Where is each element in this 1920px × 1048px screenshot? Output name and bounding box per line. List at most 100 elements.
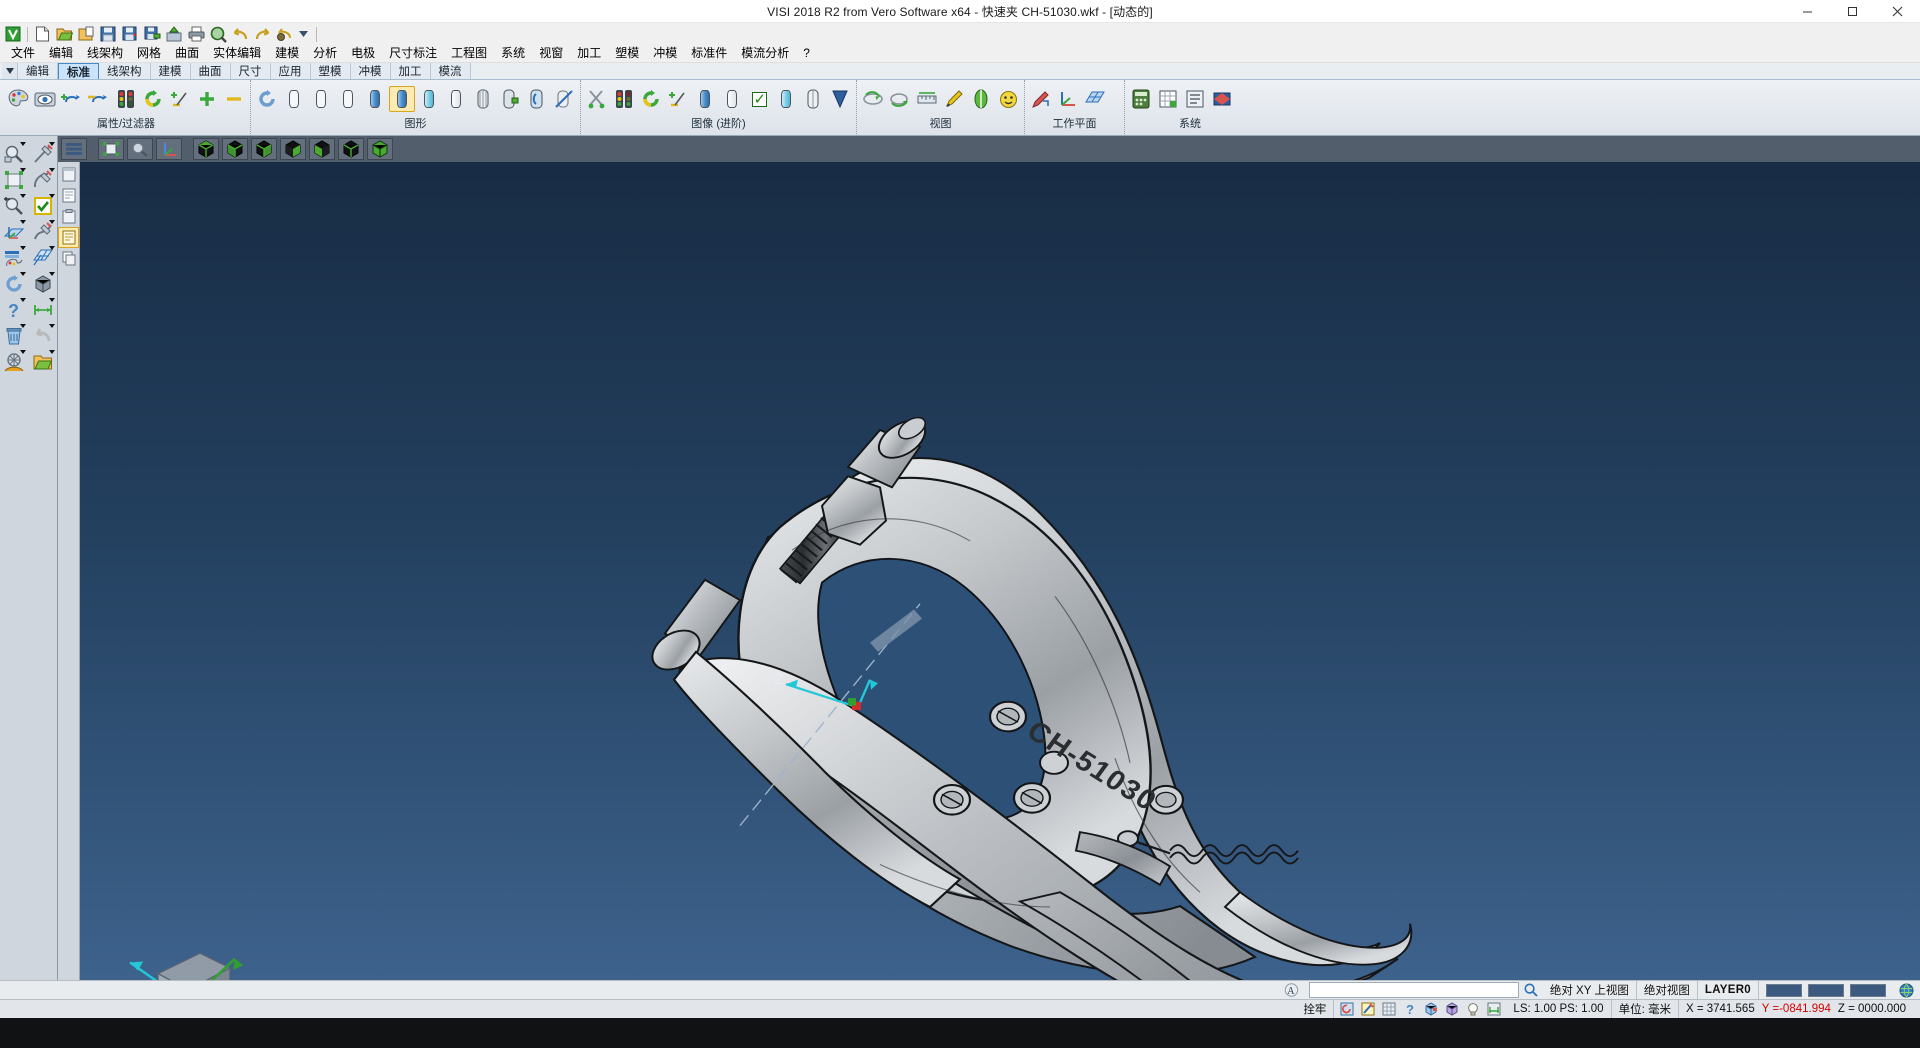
fit-screen-icon[interactable] <box>98 138 124 160</box>
vs-notes-icon[interactable] <box>59 228 78 247</box>
vs-copy-icon[interactable] <box>59 249 78 268</box>
draw-arc-icon[interactable] <box>29 167 56 192</box>
draw-line-icon[interactable] <box>29 141 56 166</box>
view-shaded-icon[interactable] <box>367 138 393 160</box>
view-top-icon[interactable] <box>251 138 277 160</box>
view-right-icon[interactable] <box>280 138 306 160</box>
menu-item-7[interactable]: 分析 <box>306 45 344 62</box>
ribbon-tab-10[interactable]: 模流 <box>431 63 471 79</box>
dyn-zoom-icon[interactable] <box>887 86 913 112</box>
vs-panel-icon[interactable] <box>59 165 78 184</box>
measure-icon[interactable] <box>914 86 940 112</box>
ribbon-tab-8[interactable]: 冲模 <box>351 63 391 79</box>
ribbon-tab-6[interactable]: 应用 <box>271 63 311 79</box>
ribbon-tab-4[interactable]: 曲面 <box>191 63 231 79</box>
menu-item-3[interactable]: 网格 <box>130 45 168 62</box>
sys-grid-icon[interactable] <box>1155 86 1181 112</box>
layer-icon[interactable] <box>29 245 56 270</box>
3d-viewport[interactable]: CH-51030 Z <box>80 162 1920 980</box>
ribbon-tab-2[interactable]: 线架构 <box>99 63 151 79</box>
zoom-in-icon[interactable] <box>0 193 27 218</box>
shade-gray-icon[interactable] <box>443 86 469 112</box>
menu-item-9[interactable]: 尺寸标注 <box>382 45 444 62</box>
refresh-green2-icon[interactable] <box>638 86 664 112</box>
wp-pen-icon[interactable] <box>1028 86 1054 112</box>
menu-item-15[interactable]: 冲模 <box>646 45 684 62</box>
ribbon-collapse-icon[interactable] <box>2 63 18 79</box>
menu-item-5[interactable]: 实体编辑 <box>206 45 268 62</box>
view-mode-label[interactable]: 绝对 XY 上视图 <box>1543 981 1637 1000</box>
solid-gray-icon[interactable] <box>719 86 745 112</box>
sys-calc-icon[interactable] <box>1128 86 1154 112</box>
menu-item-14[interactable]: 塑模 <box>608 45 646 62</box>
snap-bulb-icon[interactable] <box>1463 1001 1482 1018</box>
preview-icon[interactable] <box>208 24 228 44</box>
select-check-icon[interactable] <box>29 193 56 218</box>
shade-flat-icon[interactable] <box>335 86 361 112</box>
shade-wire-icon[interactable] <box>281 86 307 112</box>
menu-item-0[interactable]: 文件 <box>4 45 42 62</box>
search-icon[interactable] <box>1519 981 1543 1000</box>
color-chips[interactable] <box>1759 981 1893 1000</box>
analysis-icon[interactable] <box>0 349 27 374</box>
work-plane-icon[interactable] <box>0 219 27 244</box>
list-view-icon[interactable] <box>61 138 87 160</box>
arrow-down-icon[interactable] <box>827 86 853 112</box>
query-icon[interactable]: ? <box>0 297 27 322</box>
menu-item-13[interactable]: 加工 <box>570 45 608 62</box>
snap-box-icon[interactable] <box>1442 1001 1461 1018</box>
zoom-window-icon[interactable] <box>0 141 27 166</box>
open-file-icon[interactable] <box>54 24 74 44</box>
menu-item-16[interactable]: 标准件 <box>684 45 734 62</box>
dynamic-view-icon[interactable] <box>0 271 27 296</box>
traffic-light-icon[interactable] <box>113 86 139 112</box>
ribbon-tab-9[interactable]: 加工 <box>391 63 431 79</box>
save-all-icon[interactable] <box>142 24 162 44</box>
shade-hidden-icon[interactable] <box>308 86 334 112</box>
traffic-light2-icon[interactable] <box>611 86 637 112</box>
menu-item-11[interactable]: 系统 <box>494 45 532 62</box>
snap-grid-icon[interactable] <box>1379 1001 1398 1018</box>
pen-icon[interactable] <box>941 86 967 112</box>
view-iso-wire-icon[interactable] <box>193 138 219 160</box>
color-chip-1[interactable] <box>1766 984 1802 997</box>
scissors-icon[interactable] <box>584 86 610 112</box>
shade-blue-icon[interactable] <box>362 86 388 112</box>
new-file-icon[interactable] <box>32 24 52 44</box>
leaf-icon[interactable] <box>968 86 994 112</box>
snap-cube-icon[interactable] <box>1421 1001 1440 1018</box>
refresh-green-icon[interactable] <box>140 86 166 112</box>
delete-icon[interactable] <box>0 323 27 348</box>
layer-label[interactable]: LAYER0 <box>1698 981 1759 1000</box>
shade-cyan-icon[interactable] <box>416 86 442 112</box>
add-layer-icon[interactable] <box>59 86 85 112</box>
shade-render-icon[interactable] <box>497 86 523 112</box>
view-back-icon[interactable] <box>338 138 364 160</box>
sys-flag-icon[interactable] <box>1209 86 1235 112</box>
cyan-panel-icon[interactable] <box>773 86 799 112</box>
dyn-rotate-icon[interactable] <box>860 86 886 112</box>
minimize-button[interactable] <box>1785 0 1830 23</box>
font-A-icon[interactable]: A <box>1280 981 1303 1000</box>
menu-item-8[interactable]: 电极 <box>344 45 382 62</box>
globe-icon[interactable] <box>1893 981 1920 1000</box>
regen-icon[interactable] <box>254 86 280 112</box>
command-input[interactable] <box>1309 982 1519 998</box>
open-copy-icon[interactable] <box>76 24 96 44</box>
plus-icon[interactable] <box>194 86 220 112</box>
snap-plane-icon[interactable] <box>1484 1001 1503 1018</box>
remove-layer-icon[interactable] <box>86 86 112 112</box>
menu-item-4[interactable]: 曲面 <box>168 45 206 62</box>
units-label[interactable]: 单位: 毫米 <box>1612 1000 1679 1019</box>
view-type-label[interactable]: 绝对视图 <box>1637 981 1698 1000</box>
snap-magic-icon[interactable] <box>1358 1001 1377 1018</box>
cylinder-clip-icon[interactable] <box>800 86 826 112</box>
dimension-icon[interactable] <box>29 297 56 322</box>
color-chip-2[interactable] <box>1808 984 1844 997</box>
axis-icon[interactable] <box>156 138 182 160</box>
snap-help-icon[interactable]: ? <box>1400 1001 1419 1018</box>
vs-clipboard-icon[interactable] <box>59 207 78 226</box>
wp-axes-icon[interactable] <box>1055 86 1081 112</box>
toggle-pm2-icon[interactable] <box>665 86 691 112</box>
menu-item-12[interactable]: 视窗 <box>532 45 570 62</box>
